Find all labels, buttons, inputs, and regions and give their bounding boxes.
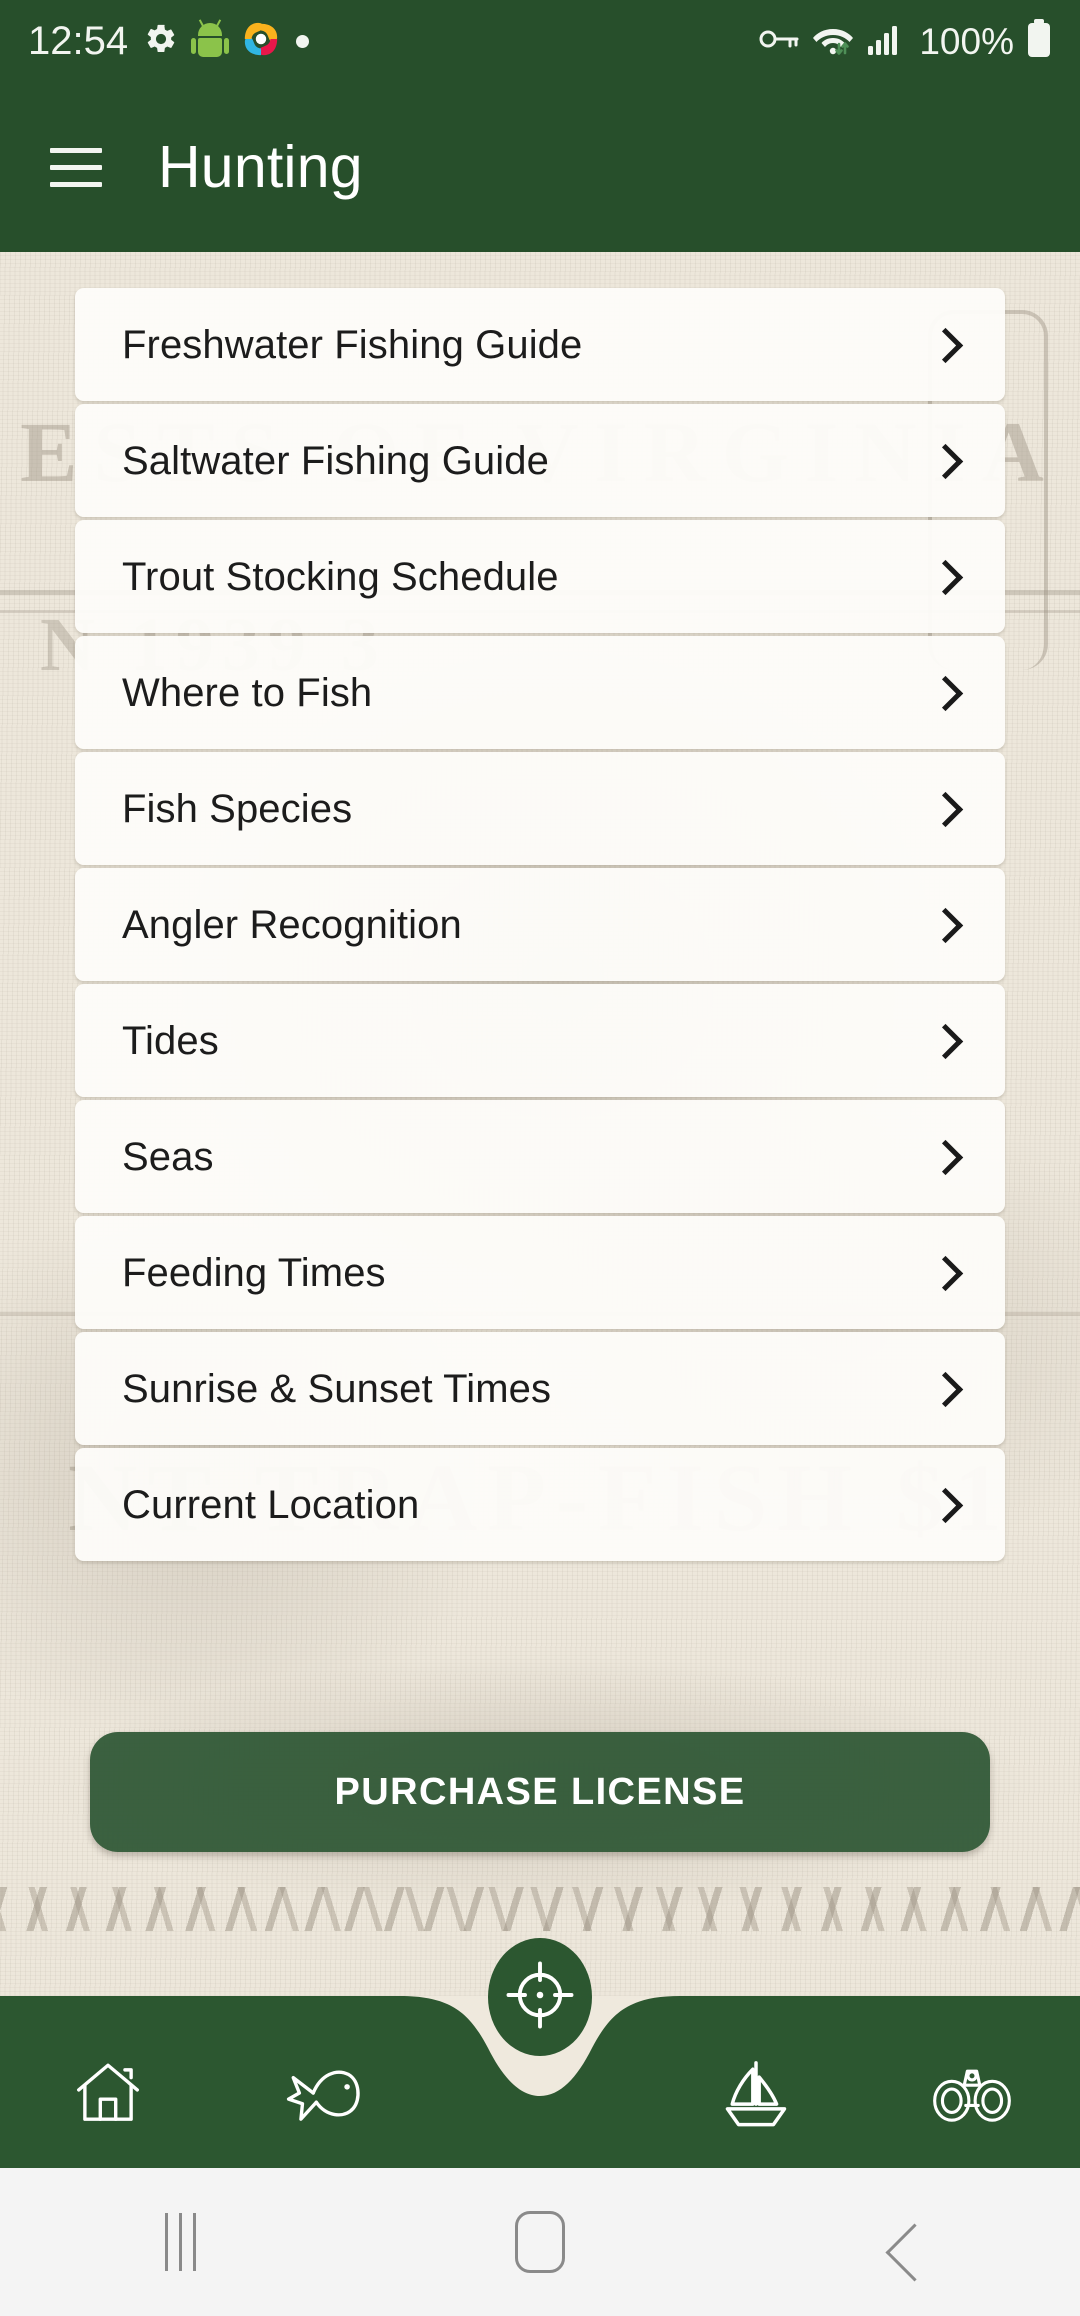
- gear-icon: [144, 22, 178, 61]
- list-item[interactable]: Freshwater Fishing Guide: [75, 288, 1005, 401]
- home-icon: [515, 2211, 565, 2273]
- list-item[interactable]: Seas: [75, 1100, 1005, 1213]
- nav-item-wildlife[interactable]: [864, 1996, 1080, 2168]
- list-item-label: Saltwater Fishing Guide: [122, 438, 549, 483]
- chevron-right-icon: [931, 446, 961, 476]
- hamburger-line: [50, 164, 102, 170]
- list-item-label: Sunrise & Sunset Times: [122, 1366, 552, 1411]
- chevron-right-icon: [931, 678, 961, 708]
- background-scallop-band: [0, 1887, 1080, 1931]
- chevron-right-icon: [931, 1258, 961, 1288]
- status-bar-right: 100%: [757, 18, 1052, 64]
- content-area: ESTS OF VIRGINIA N 1939 3 NT-TRAP-FISH $…: [0, 252, 1080, 1996]
- pinwheel-icon: [242, 20, 280, 63]
- list-item-label: Fish Species: [122, 786, 353, 831]
- list-item[interactable]: Tides: [75, 984, 1005, 1097]
- sailboat-icon: [718, 2055, 794, 2136]
- list-item[interactable]: Angler Recognition: [75, 868, 1005, 981]
- crosshair-target-icon: [504, 1959, 576, 2036]
- android-recents-button[interactable]: [0, 2168, 360, 2316]
- android-home-button[interactable]: [360, 2168, 720, 2316]
- wifi-icon: [811, 22, 855, 61]
- list-item-label: Seas: [122, 1134, 214, 1179]
- list-item-label: Angler Recognition: [122, 902, 462, 947]
- home-icon: [71, 2056, 145, 2135]
- list-item-label: Feeding Times: [122, 1250, 386, 1295]
- android-robot-icon: [191, 19, 230, 59]
- list-item[interactable]: Where to Fish: [75, 636, 1005, 749]
- binoculars-icon: [930, 2061, 1014, 2130]
- chevron-right-icon: [931, 1374, 961, 1404]
- recents-icon: [164, 2213, 196, 2271]
- list-item[interactable]: Fish Species: [75, 752, 1005, 865]
- list-item[interactable]: Current Location: [75, 1448, 1005, 1561]
- menu-list: Freshwater Fishing Guide Saltwater Fishi…: [0, 252, 1080, 1564]
- android-navigation-bar: [0, 2168, 1080, 2316]
- list-item[interactable]: Feeding Times: [75, 1216, 1005, 1329]
- list-item-label: Freshwater Fishing Guide: [122, 322, 583, 367]
- dot-indicator-icon: [296, 34, 310, 48]
- battery-percent-label: 100%: [919, 20, 1014, 62]
- status-bar-left: 12:54: [28, 19, 310, 63]
- chevron-right-icon: [931, 1142, 961, 1172]
- hamburger-menu-icon[interactable]: [28, 119, 124, 215]
- list-item[interactable]: Trout Stocking Schedule: [75, 520, 1005, 633]
- fish-icon: [284, 2060, 364, 2131]
- chevron-right-icon: [931, 1490, 961, 1520]
- phone-screen: 12:54 100% Hunting N Freshwater Fishing …: [0, 0, 1080, 2316]
- hamburger-line: [50, 147, 102, 153]
- nav-item-boating[interactable]: [648, 1996, 864, 2168]
- chevron-right-icon: [931, 330, 961, 360]
- chevron-right-icon: [931, 910, 961, 940]
- purchase-license-button[interactable]: PURCHASE LICENSE: [90, 1732, 990, 1852]
- vpn-key-icon: [757, 24, 799, 59]
- back-icon: [883, 2225, 917, 2259]
- list-item-label: Current Location: [122, 1482, 420, 1527]
- app-bar: Hunting: [0, 82, 1080, 252]
- nav-item-fishing[interactable]: [216, 1996, 432, 2168]
- list-item-label: Where to Fish: [122, 670, 373, 715]
- android-back-button[interactable]: [720, 2168, 1080, 2316]
- page-title: Hunting: [158, 133, 363, 200]
- list-item-label: Trout Stocking Schedule: [122, 554, 559, 599]
- cellular-signal-icon: [867, 22, 903, 61]
- bottom-navigation-bar: [0, 1938, 1080, 2168]
- chevron-right-icon: [931, 794, 961, 824]
- status-bar: 12:54 100%: [0, 0, 1080, 82]
- list-item[interactable]: Sunrise & Sunset Times: [75, 1332, 1005, 1445]
- nav-item-home[interactable]: [0, 1996, 216, 2168]
- battery-icon: [1026, 18, 1052, 64]
- hunting-fab-button[interactable]: [488, 1938, 592, 2056]
- chevron-right-icon: [931, 1026, 961, 1056]
- list-item[interactable]: Saltwater Fishing Guide: [75, 404, 1005, 517]
- chevron-right-icon: [931, 562, 961, 592]
- hamburger-line: [50, 181, 102, 187]
- status-clock: 12:54: [28, 19, 129, 63]
- list-item-label: Tides: [122, 1018, 219, 1063]
